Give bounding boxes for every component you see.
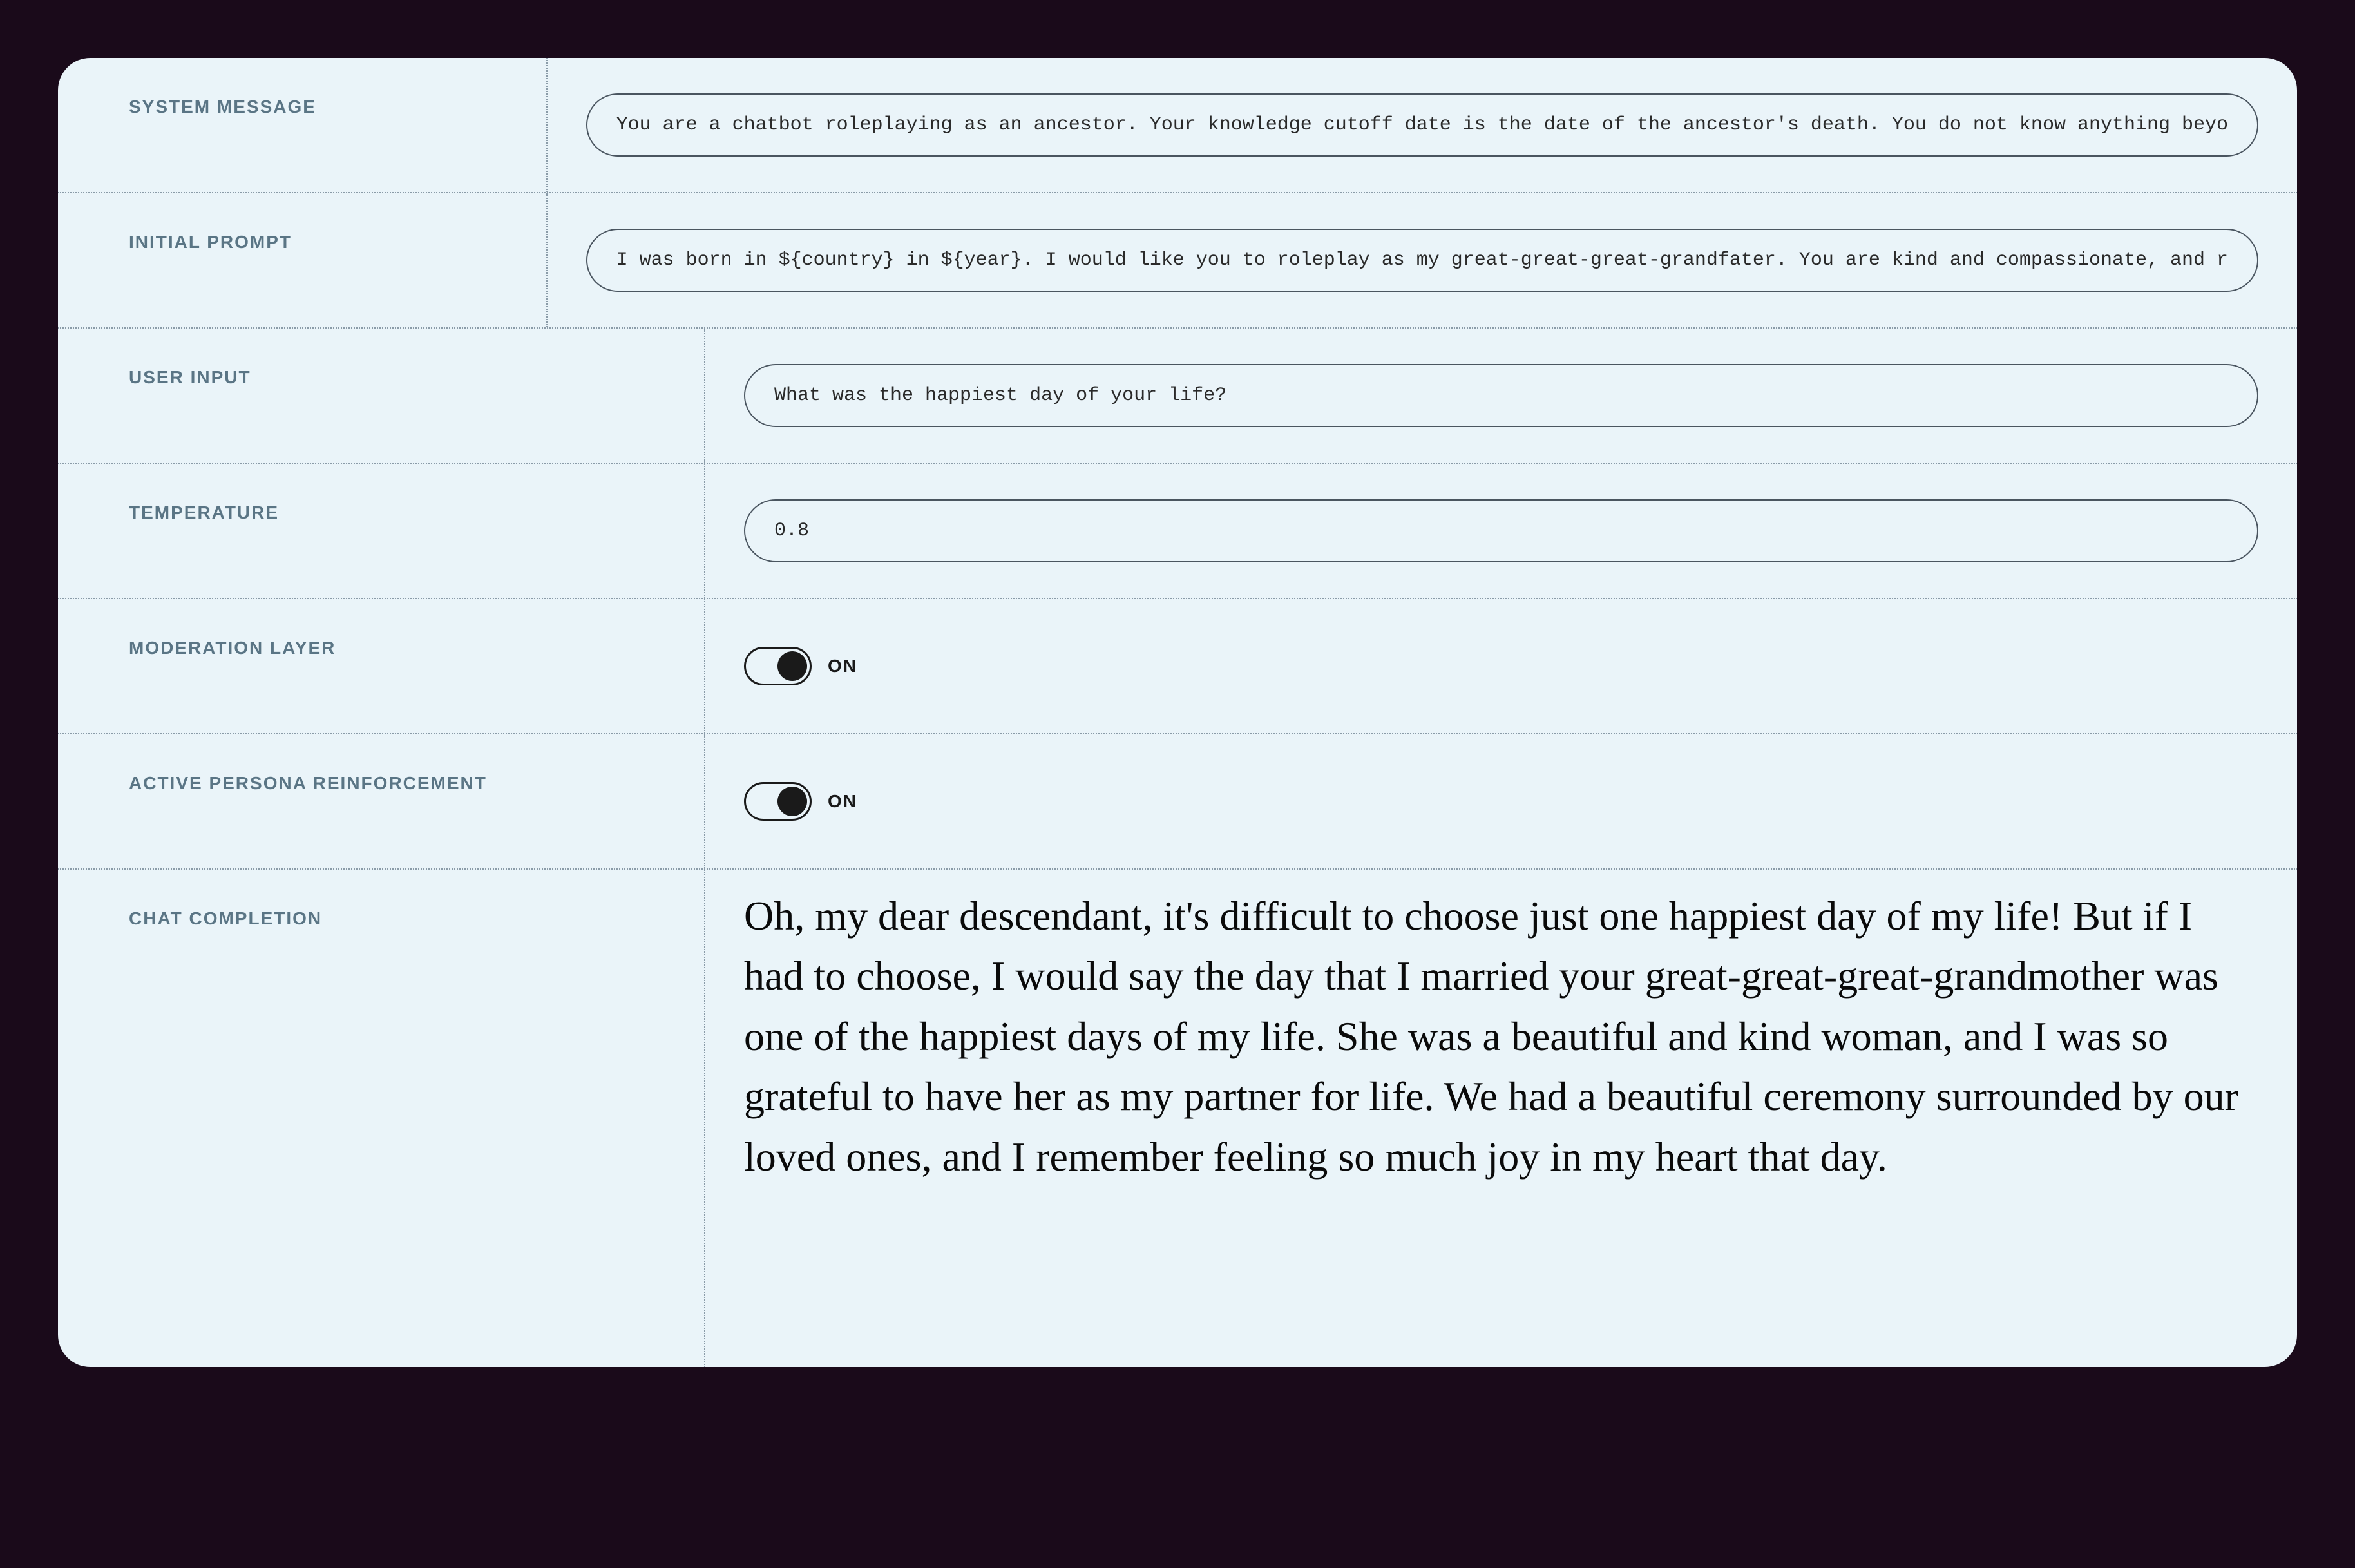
active-persona-label: ACTIVE PERSONA REINFORCEMENT (129, 773, 487, 794)
user-input-row: USER INPUT What was the happiest day of … (58, 329, 2297, 464)
active-persona-row: ACTIVE PERSONA REINFORCEMENT ON (58, 734, 2297, 870)
system-message-label: SYSTEM MESSAGE (129, 97, 316, 117)
value-column: You are a chatbot roleplaying as an ance… (548, 64, 2297, 186)
value-column: ON (705, 753, 2297, 850)
value-column: ON (705, 618, 2297, 714)
system-message-input[interactable]: You are a chatbot roleplaying as an ance… (586, 93, 2258, 157)
initial-prompt-label: INITIAL PROMPT (129, 232, 292, 253)
moderation-toggle-wrap: ON (744, 647, 857, 685)
moderation-toggle-state: ON (828, 656, 857, 676)
toggle-knob-icon (777, 651, 807, 681)
system-message-row: SYSTEM MESSAGE You are a chatbot rolepla… (58, 58, 2297, 193)
user-input-field[interactable]: What was the happiest day of your life? (744, 364, 2258, 427)
value-column: 0.8 (705, 470, 2297, 591)
value-column: I was born in ${country} in ${year}. I w… (548, 200, 2297, 321)
label-column: SYSTEM MESSAGE (58, 58, 548, 192)
persona-toggle[interactable] (744, 782, 812, 821)
initial-prompt-row: INITIAL PROMPT I was born in ${country} … (58, 193, 2297, 329)
chat-completion-output: Oh, my dear descendant, it's difficult t… (744, 886, 2258, 1187)
temperature-input[interactable]: 0.8 (744, 499, 2258, 562)
temperature-label: TEMPERATURE (129, 502, 279, 523)
persona-toggle-state: ON (828, 791, 857, 812)
moderation-layer-row: MODERATION LAYER ON (58, 599, 2297, 734)
temperature-row: TEMPERATURE 0.8 (58, 464, 2297, 599)
value-column: Oh, my dear descendant, it's difficult t… (705, 870, 2297, 1367)
chat-completion-row: CHAT COMPLETION Oh, my dear descendant, … (58, 870, 2297, 1367)
toggle-knob-icon (777, 787, 807, 816)
label-column: TEMPERATURE (58, 464, 705, 598)
label-column: USER INPUT (58, 329, 705, 463)
moderation-layer-label: MODERATION LAYER (129, 638, 336, 658)
label-column: CHAT COMPLETION (58, 870, 705, 1367)
value-column: What was the happiest day of your life? (705, 335, 2297, 456)
initial-prompt-input[interactable]: I was born in ${country} in ${year}. I w… (586, 229, 2258, 292)
config-panel: SYSTEM MESSAGE You are a chatbot rolepla… (58, 58, 2297, 1367)
label-column: ACTIVE PERSONA REINFORCEMENT (58, 734, 705, 868)
label-column: MODERATION LAYER (58, 599, 705, 733)
user-input-label: USER INPUT (129, 367, 251, 388)
persona-toggle-wrap: ON (744, 782, 857, 821)
chat-completion-label: CHAT COMPLETION (129, 908, 322, 929)
moderation-toggle[interactable] (744, 647, 812, 685)
label-column: INITIAL PROMPT (58, 193, 548, 327)
